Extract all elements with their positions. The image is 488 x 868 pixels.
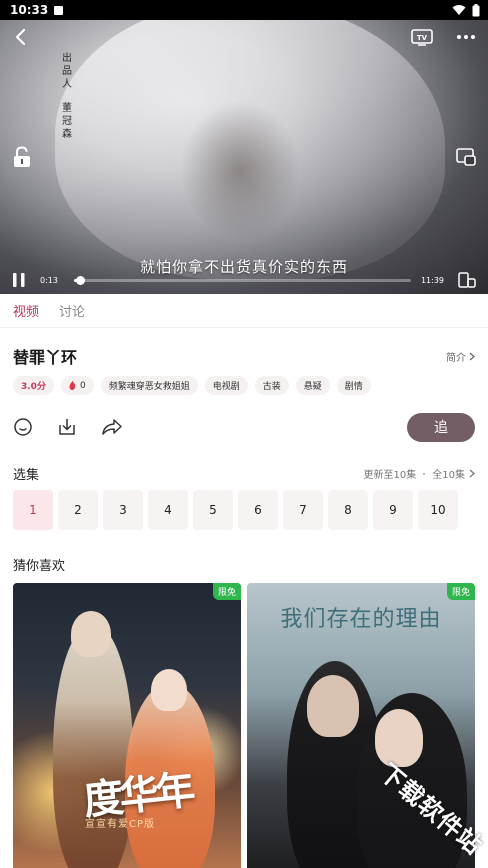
free-badge: 限免 (446, 583, 475, 600)
episode-meta[interactable]: 更新至10集 全10集 (364, 466, 475, 481)
tab-video[interactable]: 视频 (13, 293, 39, 328)
episode-button[interactable]: 3 (103, 490, 143, 530)
wifi-icon (452, 5, 466, 15)
action-row: 追 (13, 412, 475, 442)
poster-subtitle: 宣宣有爱CP版 (85, 819, 156, 830)
content-tabs: 视频 讨论 (0, 294, 488, 328)
episode-button[interactable]: 6 (238, 490, 278, 530)
recommend-cards: 限免 度华年 宣宣有爱CP版 我们存在的理由 限免 (13, 583, 475, 868)
video-player[interactable]: 出品人 董冠森 TV 就怕你拿不出货真价实的东西 0:13 11:39 (0, 20, 488, 294)
comment-icon[interactable] (13, 417, 33, 437)
heat-value: 0 (79, 380, 86, 391)
episode-button[interactable]: 5 (193, 490, 233, 530)
credit-line-1: 出品人 (62, 53, 72, 90)
unlock-icon[interactable] (12, 146, 32, 168)
duration-time: 11:39 (420, 275, 444, 285)
show-title: 替罪丫环 (13, 348, 78, 367)
chevron-right-icon (469, 469, 475, 478)
episode-update-info: 更新至10集 (363, 470, 417, 481)
svg-text:TV: TV (417, 34, 428, 42)
recommend-card[interactable]: 限免 度华年 宣宣有爱CP版 (13, 583, 241, 868)
more-icon[interactable] (456, 30, 476, 44)
separator-dot (423, 472, 426, 475)
poster-figure (53, 623, 133, 868)
fullscreen-icon[interactable] (458, 272, 476, 288)
episode-button[interactable]: 10 (418, 490, 458, 530)
tab-discussion[interactable]: 讨论 (59, 293, 85, 328)
episode-list: 1 2 3 4 5 6 7 8 9 10 (13, 490, 458, 530)
tag-item[interactable]: 电视剧 (204, 376, 248, 395)
credit-line-2: 董冠森 (62, 103, 72, 140)
tag-item[interactable]: 频繁魂穿恶女救姐姐 (100, 376, 198, 395)
intro-label: 简介 (446, 352, 466, 364)
show-header: 替罪丫环 简介 (13, 344, 475, 368)
notification-icon (54, 5, 64, 15)
free-badge: 限免 (212, 583, 241, 600)
score-badge: 3.0分 (13, 376, 54, 395)
current-time: 0:13 (40, 275, 58, 285)
picture-in-picture-icon[interactable] (456, 148, 476, 166)
share-icon[interactable] (101, 417, 123, 437)
progress-bar[interactable] (74, 275, 411, 285)
recommend-title: 猜你喜欢 (13, 559, 66, 574)
poster-face (307, 675, 359, 737)
poster-face (71, 611, 111, 657)
episode-header: 选集 更新至10集 全10集 (13, 464, 475, 483)
tag-item[interactable]: 古装 (254, 376, 289, 395)
back-icon[interactable] (12, 28, 30, 46)
player-controls: 0:13 11:39 (0, 266, 488, 294)
poster-face (151, 669, 187, 711)
battery-icon (472, 3, 480, 16)
tag-item[interactable]: 剧情 (336, 376, 371, 395)
tv-cast-icon[interactable]: TV (411, 28, 433, 46)
status-bar: 10:33 (0, 0, 488, 20)
download-icon[interactable] (57, 417, 77, 437)
episode-section-title: 选集 (13, 468, 40, 483)
heat-badge: 0 (60, 376, 94, 395)
poster-title: 我们存在的理由 (280, 607, 442, 632)
episode-button[interactable]: 4 (148, 490, 188, 530)
status-time: 10:33 (10, 3, 49, 17)
pause-icon[interactable] (12, 272, 26, 288)
follow-button[interactable]: 追 (407, 412, 475, 442)
show-tags: 3.0分 0 频繁魂穿恶女救姐姐 电视剧 古装 悬疑 剧情 (13, 376, 371, 395)
episode-button[interactable]: 9 (373, 490, 413, 530)
tag-item[interactable]: 悬疑 (295, 376, 330, 395)
episode-button[interactable]: 1 (13, 490, 53, 530)
intro-link[interactable]: 简介 (446, 349, 475, 364)
progress-knob[interactable] (76, 275, 86, 285)
episode-total-info: 全10集 (432, 470, 465, 481)
episode-button[interactable]: 7 (283, 490, 323, 530)
episode-button[interactable]: 8 (328, 490, 368, 530)
chevron-right-icon (469, 352, 475, 360)
episode-button[interactable]: 2 (58, 490, 98, 530)
flame-icon (69, 381, 76, 390)
video-frame-figure (180, 100, 300, 240)
